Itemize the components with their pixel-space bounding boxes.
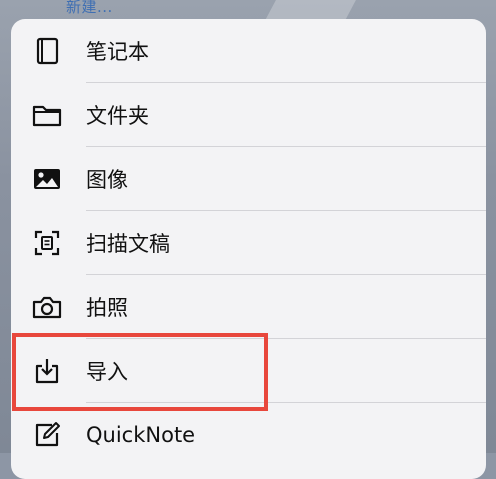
menu-item-label: 导入 — [86, 360, 128, 384]
menu-item-label: 扫描文稿 — [86, 232, 170, 256]
import-icon — [31, 355, 63, 387]
camera-icon — [31, 291, 63, 323]
menu-item-image[interactable]: 图像 — [11, 147, 486, 211]
menu-item-quicknote[interactable]: QuickNote — [11, 403, 486, 467]
menu-item-notebook[interactable]: 笔记本 — [11, 19, 486, 83]
scan-document-icon — [31, 227, 63, 259]
menu-item-camera[interactable]: 拍照 — [11, 275, 486, 339]
menu-item-label: 图像 — [86, 168, 128, 192]
menu-item-scan-document[interactable]: 扫描文稿 — [11, 211, 486, 275]
folder-icon — [31, 99, 63, 131]
new-item-menu: 笔记本 文件夹 图像 扫描文稿 拍照 导入 QuickNote — [11, 19, 486, 479]
quicknote-icon — [31, 419, 63, 451]
menu-item-label: QuickNote — [86, 423, 196, 447]
menu-item-folder[interactable]: 文件夹 — [11, 83, 486, 147]
menu-item-label: 文件夹 — [86, 104, 149, 128]
image-icon — [31, 163, 63, 195]
menu-item-label: 笔记本 — [86, 40, 149, 64]
menu-item-label: 拍照 — [86, 296, 128, 320]
menu-item-import[interactable]: 导入 — [11, 339, 486, 403]
new-link[interactable]: 新建... — [66, 0, 113, 17]
notebook-icon — [31, 35, 63, 67]
